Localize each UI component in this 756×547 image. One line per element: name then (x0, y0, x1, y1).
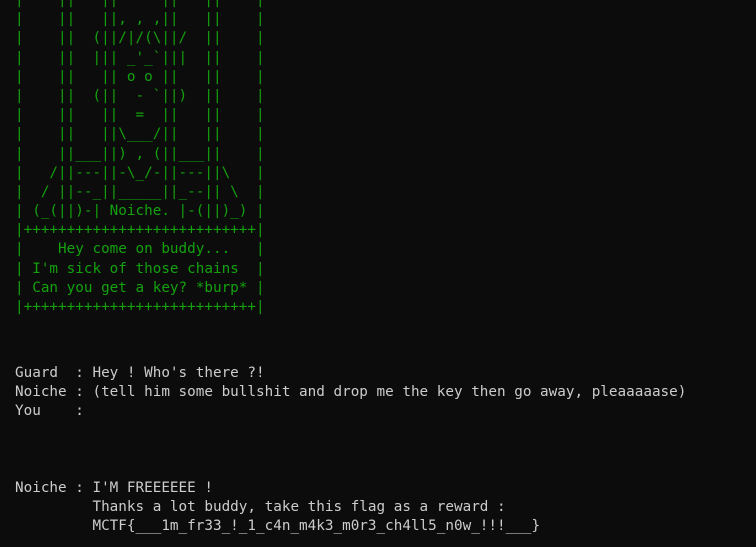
art-line: | || || = || || | (15, 107, 265, 124)
dialog-line-noiche-free: Noiche : I'M FREEEEEE ! (15, 480, 213, 496)
art-line: | || ||| _'_`||| || | (15, 49, 265, 66)
art-line: | /||---||-\_/-||---||\ | (15, 164, 265, 181)
dialog-exchange: Guard : Hey ! Who's there ?! Noiche : (te… (15, 364, 686, 422)
dialog-line-noiche: Noiche : (tell him some bullshit and dro… (15, 384, 687, 401)
ascii-art-prisoner: | || || || || | | || ||, , ,|| || | | || (… (15, 0, 265, 317)
art-line: | || ||, , ,|| || | (15, 11, 265, 28)
art-line: | || (|| - `||) || | (15, 87, 265, 104)
art-line: | || || o o || || | (15, 68, 265, 85)
art-line: | || ||\___/|| || | (15, 126, 265, 143)
art-line: | ||___||) , (||___|| | (15, 145, 265, 162)
art-line: |+++++++++++++++++++++++++++| (15, 299, 265, 315)
dialog-line-you-prompt[interactable]: You : (15, 402, 686, 421)
dialog-reward: Noiche : I'M FREEEEEE ! Thanks a lot bud… (15, 479, 540, 537)
art-line: | Can you get a key? *burp* | (15, 279, 265, 296)
dialog-line-guard: Guard : Hey ! Who's there ?! (15, 365, 265, 381)
art-line: | / ||--_||_____||_--|| \ | (15, 183, 265, 200)
dialog-line-thanks: Thanks a lot buddy, take this flag as a … (15, 499, 506, 516)
art-line: |+++++++++++++++++++++++++++| (15, 222, 265, 239)
art-line: | (_(||)-| Noiche. |-(||)_) | (15, 203, 265, 220)
art-line: | || (||/|/(\||/ || | (15, 30, 265, 47)
art-line: | Hey come on buddy... | (15, 241, 265, 258)
flag-text: MCTF{___1m_fr33_!_1_c4n_m4k3_m0r3_ch4ll5… (15, 518, 541, 535)
art-line: | || || || || | (15, 0, 265, 8)
art-line: | I'm sick of those chains | (15, 260, 265, 277)
